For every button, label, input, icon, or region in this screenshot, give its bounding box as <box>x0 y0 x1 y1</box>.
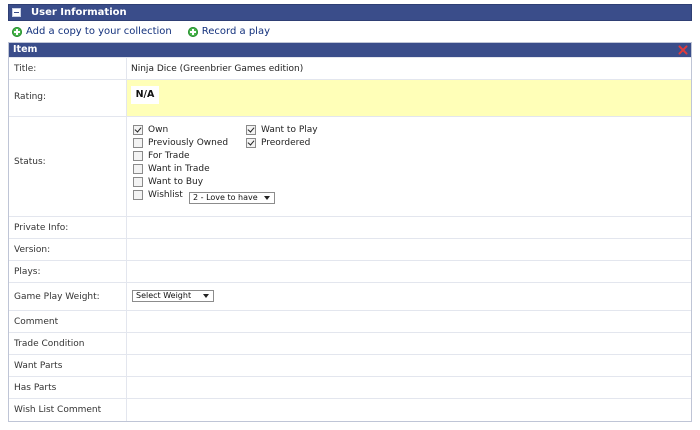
title-value: Ninja Dice (Greenbrier Games edition) <box>131 64 304 74</box>
version-row: Version: <box>9 238 691 260</box>
rating-value[interactable]: N/A <box>131 86 159 104</box>
has-parts-row: Has Parts <box>9 376 691 398</box>
status-label: Status: <box>14 157 46 167</box>
rating-background <box>127 80 691 116</box>
checkbox-previously-owned[interactable] <box>133 138 143 148</box>
panel-title: User Information <box>31 7 127 18</box>
version-label: Version: <box>14 245 51 255</box>
plays-value[interactable] <box>127 261 691 282</box>
title-row: Title: Ninja Dice (Greenbrier Games edit… <box>9 57 691 79</box>
close-icon[interactable] <box>678 45 688 55</box>
panel-header: User Information <box>8 4 692 21</box>
wishlist-comment-label: Wish List Comment <box>14 405 102 415</box>
plays-label: Plays: <box>14 267 41 277</box>
title-label: Title: <box>14 64 37 74</box>
weight-row: Game Play Weight: Select Weight <box>9 282 691 310</box>
private-info-row: Private Info: <box>9 216 691 238</box>
private-info-value[interactable] <box>127 217 691 238</box>
checkbox-want-in-trade[interactable] <box>133 164 143 174</box>
status-want-in-trade[interactable]: Want in Trade <box>133 164 210 174</box>
user-information-panel: User Information Add a copy to your coll… <box>0 0 700 430</box>
status-want-to-play[interactable]: Want to Play <box>246 125 318 135</box>
checkbox-want-to-buy[interactable] <box>133 177 143 187</box>
want-parts-row: Want Parts <box>9 354 691 376</box>
chevron-down-icon <box>264 196 270 200</box>
want-parts-label: Want Parts <box>14 361 63 371</box>
rating-label: Rating: <box>14 92 47 102</box>
weight-label: Game Play Weight: <box>14 292 100 302</box>
has-parts-label: Has Parts <box>14 383 57 393</box>
add-to-collection-link[interactable]: Add a copy to your collection <box>12 26 172 38</box>
status-for-trade[interactable]: For Trade <box>133 151 190 161</box>
comment-row: Comment <box>9 310 691 332</box>
checkbox-want-to-play[interactable] <box>246 125 256 135</box>
status-want-to-buy[interactable]: Want to Buy <box>133 177 203 187</box>
checkbox-preordered[interactable] <box>246 138 256 148</box>
collapse-icon[interactable] <box>12 8 21 17</box>
item-header: Item <box>9 43 691 57</box>
comment-label: Comment <box>14 317 59 327</box>
status-preordered[interactable]: Preordered <box>246 138 310 148</box>
has-parts-value[interactable] <box>127 377 691 398</box>
trade-condition-label: Trade Condition <box>14 339 85 349</box>
weight-select[interactable]: Select Weight <box>132 290 214 302</box>
item-box: Item Title: Ninja Dice (Greenbrier Games… <box>8 42 692 422</box>
plus-circle-icon <box>12 27 22 37</box>
plus-circle-icon <box>187 27 198 37</box>
actions-bar: Add a copy to your collection Record a p… <box>12 24 270 40</box>
want-parts-value[interactable] <box>127 355 691 376</box>
private-info-label: Private Info: <box>14 223 69 233</box>
comment-value[interactable] <box>127 311 691 332</box>
status-row: Status: Own Previously Owned For Trade W… <box>9 116 691 216</box>
wishlist-comment-value[interactable] <box>127 399 691 421</box>
chevron-down-icon <box>203 294 209 298</box>
status-wishlist[interactable]: Wishlist <box>133 190 183 200</box>
checkbox-for-trade[interactable] <box>133 151 143 161</box>
trade-condition-value[interactable] <box>127 333 691 354</box>
wishlist-priority-select[interactable]: 2 - Love to have <box>189 192 275 204</box>
add-to-collection-label: Add a copy to your collection <box>26 26 172 37</box>
rating-row: Rating: N/A <box>9 79 691 116</box>
status-previously-owned[interactable]: Previously Owned <box>133 138 228 148</box>
wishlist-comment-row: Wish List Comment <box>9 398 691 421</box>
record-play-label: Record a play <box>201 26 270 37</box>
trade-condition-row: Trade Condition <box>9 332 691 354</box>
checkbox-wishlist[interactable] <box>133 190 143 200</box>
record-play-link[interactable]: Record a play <box>187 26 270 38</box>
checkbox-own[interactable] <box>133 125 143 135</box>
status-own[interactable]: Own <box>133 125 168 135</box>
version-value[interactable] <box>127 239 691 260</box>
item-title: Item <box>13 44 38 55</box>
plays-row: Plays: <box>9 260 691 282</box>
